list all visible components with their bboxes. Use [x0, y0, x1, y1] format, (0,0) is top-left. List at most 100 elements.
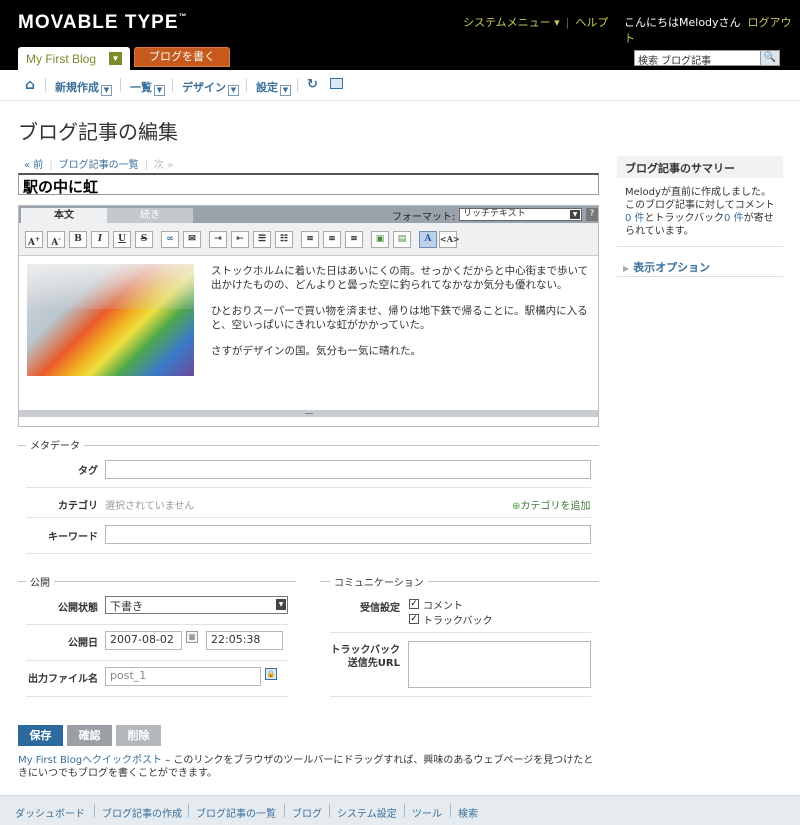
wysiwyg-mode-icon[interactable]: A [419, 231, 437, 248]
format-label: フォーマット: [392, 212, 456, 223]
rainbow-photo [27, 264, 194, 376]
tab-body[interactable]: 本文 [21, 208, 107, 223]
footer-link-system-settings[interactable]: システム設定 [337, 805, 397, 820]
bold-icon[interactable]: B [69, 231, 87, 248]
footer-link-new-entry[interactable]: ブログ記事の作成 [102, 805, 182, 820]
tab-extended[interactable]: 続き [107, 208, 193, 223]
category-value: 選択されていません [105, 501, 195, 512]
help-link[interactable]: ヘルプ [575, 16, 608, 29]
chevron-down-icon[interactable]: ▼ [154, 85, 165, 96]
entry-editor: 本文 続き フォーマット: リッチテキスト ▼ ? A+ A- B I U S ∞… [18, 205, 599, 427]
footer-link-dashboard[interactable]: ダッシュボード [15, 805, 85, 820]
align-left-icon[interactable]: ≡ [301, 231, 319, 248]
rebuild-icon[interactable]: ↻ [307, 77, 318, 92]
summary-body: Melodyが直前に作成しました。このブログ記事に対してコメント0 件とトラック… [617, 178, 783, 247]
search-input[interactable]: 検索 ブログ記事 [634, 50, 780, 67]
quickpost-note: My First Blogへクイックポスト – このリンクをブラウザのツールバー… [18, 755, 594, 779]
main-nav: ⌂ 新規作成 ▼ 一覧 ▼ デザイン ▼ 設定 ▼ ↻ [0, 70, 800, 101]
html-mode-icon[interactable]: <A> [439, 231, 460, 248]
publish-legend: 公開 [26, 574, 54, 589]
metadata-legend: メタデータ [26, 437, 84, 452]
save-button[interactable]: 保存 [18, 725, 63, 746]
nav-item-design[interactable]: デザイン ▼ [182, 79, 239, 96]
entry-body-text[interactable]: ストックホルムに着いた日はあいにくの雨。せっかくだからと中心街まで歩いて出かけた… [211, 264, 591, 370]
accept-label: 受信設定 [360, 603, 400, 614]
entry-summary-widget: ブログ記事のサマリー Melodyが直前に作成しました。このブログ記事に対してコ… [617, 156, 783, 247]
editor-resize-handle[interactable] [19, 410, 598, 417]
editor-body[interactable]: ストックホルムに着いた日はあいにくの雨。せっかくだからと中心街まで歩いて出かけた… [19, 256, 598, 417]
preview-button[interactable]: 確認 [67, 725, 112, 746]
blog-selector[interactable]: My First Blog ▼ [18, 47, 130, 70]
chevron-down-icon[interactable]: ▼ [228, 85, 239, 96]
bullet-list-icon[interactable]: ☰ [253, 231, 271, 248]
movable-type-logo[interactable]: MOVABLE TYPE™ [18, 12, 188, 34]
publish-time-input[interactable]: 22:05:38 [206, 631, 283, 650]
strikethrough-icon[interactable]: S [135, 231, 153, 248]
basename-input[interactable]: post_1 [105, 667, 261, 686]
font-size-increase-icon[interactable]: A+ [25, 231, 43, 248]
communication-legend: コミュニケーション [330, 574, 428, 589]
summary-title: ブログ記事のサマリー [617, 156, 783, 178]
comment-count-link[interactable]: 0 件 [625, 213, 645, 224]
publish-date-label: 公開日 [68, 638, 98, 649]
align-center-icon[interactable]: ≡ [323, 231, 341, 248]
chevron-down-icon[interactable]: ▼ [109, 52, 122, 65]
nav-item-list[interactable]: 一覧 ▼ [130, 79, 165, 96]
entry-title-input[interactable]: 駅の中に虹 [18, 173, 599, 196]
tags-input[interactable] [105, 460, 591, 479]
display-options-toggle[interactable]: ▶ 表示オプション [623, 259, 710, 275]
footer-link-blog[interactable]: ブログ [292, 805, 322, 820]
category-label: カテゴリ [58, 501, 98, 512]
chevron-down-icon[interactable]: ▼ [101, 85, 112, 96]
footer-link-tools[interactable]: ツール [412, 805, 442, 820]
insert-image-icon[interactable]: ▣ [371, 231, 389, 248]
status-label: 公開状態 [58, 603, 98, 614]
body-paragraph: ひとおりスーパーで買い物を済ませ、帰りは地下鉄で帰ることに。駅構内に入ると、空い… [211, 305, 588, 331]
align-right-icon[interactable]: ≡ [345, 231, 363, 248]
italic-icon[interactable]: I [91, 231, 109, 248]
write-entry-button[interactable]: ブログを書く [134, 47, 230, 67]
global-header: MOVABLE TYPE™ システムメニュー ▾ | ヘルプ こんにちはMelody… [0, 0, 800, 70]
link-icon[interactable]: ∞ [161, 231, 179, 248]
comments-label: コメント [423, 601, 463, 612]
trackback-count-link[interactable]: 0 件 [724, 213, 744, 224]
add-category-link[interactable]: ⊕カテゴリを追加 [512, 497, 590, 512]
nav-item-new[interactable]: 新規作成 ▼ [55, 79, 112, 96]
quickpost-link[interactable]: My First Blogへクイックポスト [18, 755, 162, 766]
trackbacks-checkbox[interactable]: ✓ [409, 614, 419, 624]
calendar-icon[interactable]: ▦ [186, 631, 198, 643]
entry-list-link[interactable]: ブログ記事の一覧 [59, 160, 139, 171]
indent-icon[interactable]: ⇥ [209, 231, 227, 248]
search-icon[interactable]: 🔍 [760, 50, 780, 66]
footer-link-search[interactable]: 検索 [458, 805, 478, 820]
tags-label: タグ [78, 466, 98, 477]
format-select[interactable]: リッチテキスト ▼ [459, 208, 582, 221]
greeting-text: こんにちはMelodyさん [624, 16, 741, 29]
font-size-decrease-icon[interactable]: A- [47, 231, 65, 248]
publish-date-input[interactable]: 2007-08-02 [105, 631, 182, 650]
insert-file-icon[interactable]: ▤ [393, 231, 411, 248]
entry-pager: « 前 | ブログ記事の一覧 | 次 » [24, 160, 174, 171]
keywords-label: キーワード [48, 532, 98, 543]
view-site-icon[interactable] [330, 78, 343, 92]
prev-entry-link[interactable]: « 前 [24, 160, 43, 171]
ping-urls-textarea[interactable] [408, 641, 591, 688]
system-menu-link[interactable]: システムメニュー ▾ [463, 16, 560, 29]
chevron-down-icon: ▼ [570, 210, 580, 219]
footer-link-entry-list[interactable]: ブログ記事の一覧 [196, 805, 276, 820]
delete-button[interactable]: 削除 [116, 725, 161, 746]
comments-checkbox[interactable]: ✓ [409, 599, 419, 609]
nav-item-settings[interactable]: 設定 ▼ [256, 79, 291, 96]
status-select[interactable]: 下書き ▼ [105, 596, 288, 614]
outdent-icon[interactable]: ⇤ [231, 231, 249, 248]
numbered-list-icon[interactable]: ☷ [275, 231, 293, 248]
chevron-down-icon[interactable]: ▼ [280, 85, 291, 96]
format-help-icon[interactable]: ? [586, 208, 598, 221]
home-icon[interactable]: ⌂ [25, 77, 35, 93]
blog-name: My First Blog [26, 52, 97, 66]
lock-icon[interactable]: 🔒 [265, 668, 277, 680]
email-link-icon[interactable]: ✉ [183, 231, 201, 248]
underline-icon[interactable]: U [113, 231, 131, 248]
chevron-right-icon: ▶ [623, 264, 630, 273]
keywords-input[interactable] [105, 525, 591, 544]
